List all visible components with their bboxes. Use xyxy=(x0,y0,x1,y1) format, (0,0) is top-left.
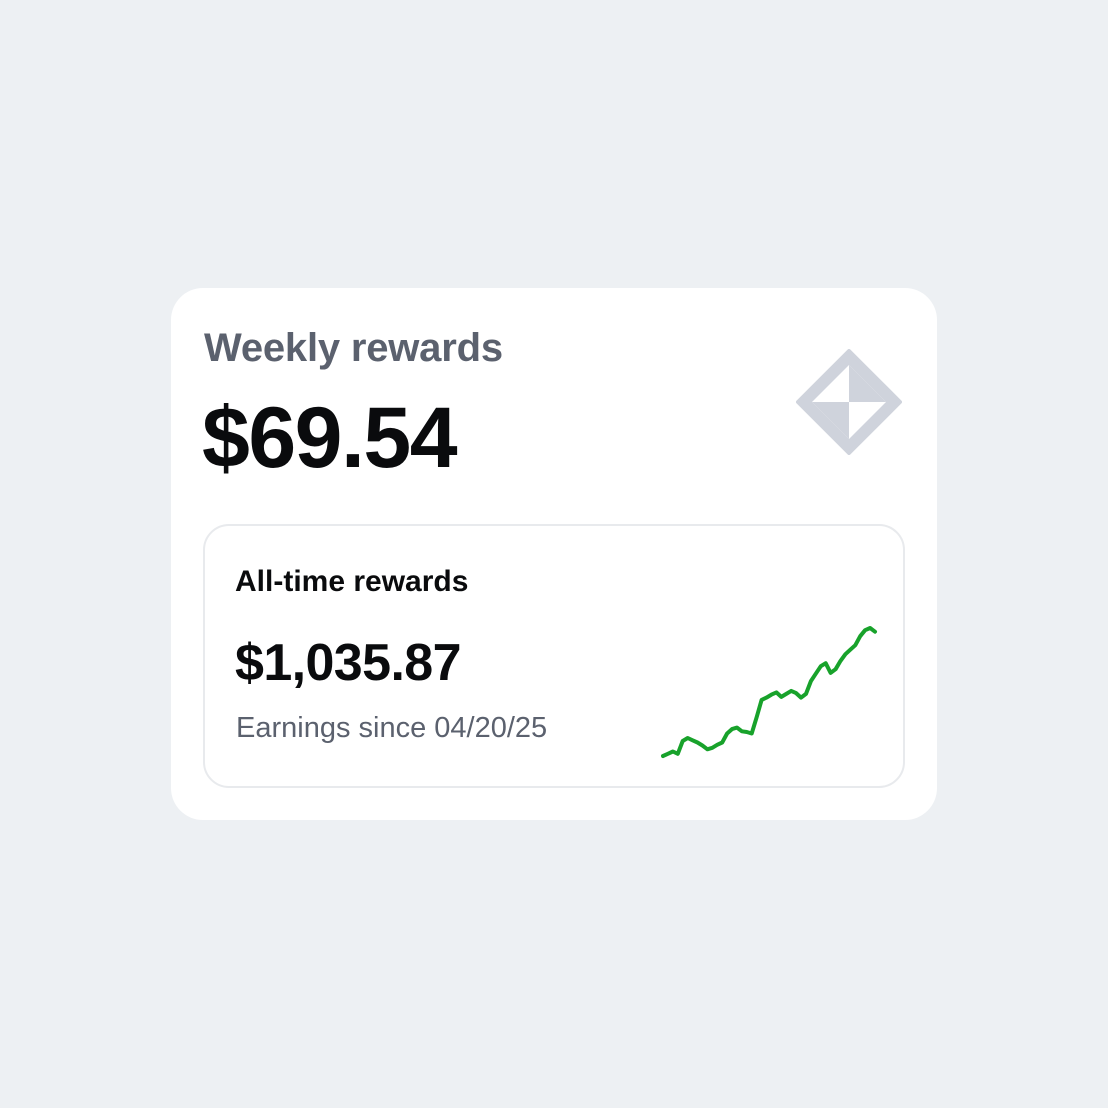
all-time-rewards-title: All-time rewards xyxy=(235,565,469,598)
weekly-rewards-amount: $69.54 xyxy=(202,390,458,486)
all-time-rewards-amount: $1,035.87 xyxy=(235,634,462,692)
diamond-logo-icon xyxy=(796,349,902,455)
weekly-rewards-title: Weekly rewards xyxy=(204,326,503,370)
weekly-rewards-card: Weekly rewards $69.54 All-time rewards $… xyxy=(171,288,937,820)
earnings-since-label: Earnings since 04/20/25 xyxy=(236,712,548,744)
sparkline-line xyxy=(661,626,877,758)
all-time-rewards-card: All-time rewards $1,035.87 Earnings sinc… xyxy=(203,524,905,788)
earnings-sparkline xyxy=(661,626,877,758)
